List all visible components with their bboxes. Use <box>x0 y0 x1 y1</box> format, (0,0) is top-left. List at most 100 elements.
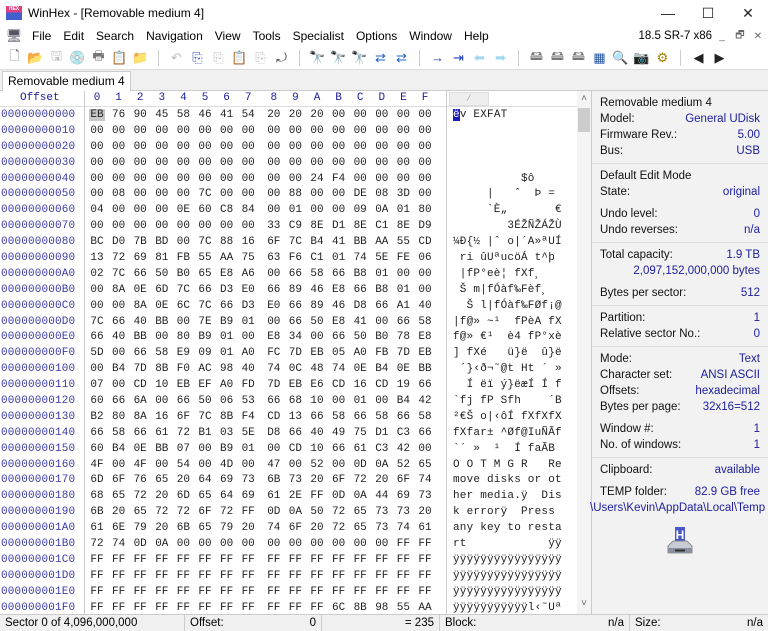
hex-byte[interactable]: 40 <box>417 300 433 312</box>
hex-byte[interactable]: 40 <box>132 316 148 328</box>
hex-byte[interactable]: B4 <box>374 363 390 375</box>
hex-byte[interactable]: FF <box>417 570 433 582</box>
hex-byte[interactable]: 66 <box>111 395 127 407</box>
hex-byte[interactable]: 45 <box>154 109 170 121</box>
hex-byte[interactable]: 00 <box>331 109 347 121</box>
hex-byte[interactable]: 66 <box>219 300 235 312</box>
row-offset[interactable]: 000000001C0 <box>1 554 75 566</box>
menu-options[interactable]: Options <box>350 26 403 46</box>
hex-byte[interactable]: 00 <box>287 141 303 153</box>
row-offset[interactable]: 000000001F0 <box>1 602 75 614</box>
hex-byte[interactable]: 84 <box>240 204 256 216</box>
hex-byte[interactable]: 00 <box>219 173 235 185</box>
hex-byte[interactable]: 74 <box>111 538 127 550</box>
row-offset[interactable]: 00000000090 <box>1 252 75 264</box>
row-text[interactable]: ÿÿÿÿÿÿÿÿÿÿÿÿÿÿÿÿ <box>453 570 562 582</box>
hex-byte[interactable]: 66 <box>197 284 213 296</box>
hex-byte[interactable]: 00 <box>111 125 127 137</box>
hex-byte[interactable]: CD <box>331 379 347 391</box>
hex-byte[interactable]: FF <box>374 570 390 582</box>
hex-byte[interactable]: 7C <box>197 188 213 200</box>
hex-byte[interactable]: 50 <box>309 506 325 518</box>
hex-byte[interactable]: FF <box>240 586 256 598</box>
hex-byte[interactable]: FF <box>154 554 170 566</box>
row-text[interactable]: move disks or ot <box>453 474 562 486</box>
hex-byte[interactable]: 10 <box>309 443 325 455</box>
hex-byte[interactable]: 6F <box>331 474 347 486</box>
hex-byte[interactable]: B9 <box>219 443 235 455</box>
hex-byte[interactable]: 6B <box>266 474 282 486</box>
hex-byte[interactable]: BB <box>154 316 170 328</box>
row-offset[interactable]: 00000000180 <box>1 490 75 502</box>
hex-byte[interactable]: 00 <box>175 316 191 328</box>
hex-byte[interactable]: 20 <box>240 522 256 534</box>
hex-byte[interactable]: 47 <box>266 459 282 471</box>
hex-byte[interactable]: FF <box>111 554 127 566</box>
hex-byte[interactable]: FF <box>309 586 325 598</box>
hex-byte[interactable]: FF <box>89 586 105 598</box>
hex-byte[interactable]: 66 <box>352 284 368 296</box>
hex-byte[interactable]: D1 <box>331 220 347 232</box>
hex-byte[interactable]: 73 <box>374 506 390 518</box>
hex-byte[interactable]: 16 <box>352 379 368 391</box>
hex-byte[interactable]: 7C <box>175 284 191 296</box>
hex-byte[interactable]: 74 <box>266 522 282 534</box>
hex-byte[interactable]: 00 <box>197 173 213 185</box>
hex-byte[interactable]: 00 <box>309 538 325 550</box>
hex-byte[interactable]: 41 <box>219 109 235 121</box>
hex-byte[interactable]: EB <box>309 347 325 359</box>
hex-byte[interactable]: 66 <box>89 331 105 343</box>
hex-byte[interactable]: B4 <box>309 236 325 248</box>
hex-byte[interactable]: 01 <box>374 268 390 280</box>
open-file-icon[interactable]: 📂 <box>25 48 46 68</box>
disk-clone-icon[interactable]: 🖴 <box>547 48 568 68</box>
hex-byte[interactable]: 33 <box>266 220 282 232</box>
hex-byte[interactable]: 7C <box>111 268 127 280</box>
hex-byte[interactable]: 00 <box>240 188 256 200</box>
hex-byte[interactable]: 00 <box>417 268 433 280</box>
hex-byte[interactable]: 00 <box>89 284 105 296</box>
row-text[interactable]: ²€Š o|‹ôÍ fXfXfX <box>453 411 562 423</box>
goto-offset-icon[interactable]: → <box>427 48 448 68</box>
hex-byte[interactable]: 66 <box>89 427 105 439</box>
hex-byte[interactable]: 6F <box>287 522 303 534</box>
hex-byte[interactable]: E8 <box>331 316 347 328</box>
hex-byte[interactable]: 8B <box>352 602 368 614</box>
hex-byte[interactable]: 20 <box>309 109 325 121</box>
new-file-icon[interactable]: 🗋 <box>4 48 25 68</box>
hex-byte[interactable]: FF <box>89 602 105 614</box>
hex-byte[interactable]: 0E <box>395 363 411 375</box>
row-offset[interactable]: 00000000140 <box>1 427 75 439</box>
row-text[interactable]: ri ûUªucöÁ t^þ <box>453 252 562 264</box>
row-offset[interactable]: 000000000D0 <box>1 316 75 328</box>
hex-byte[interactable]: 00 <box>395 173 411 185</box>
hex-byte[interactable]: E9 <box>175 347 191 359</box>
hex-byte[interactable]: 74 <box>395 522 411 534</box>
hex-byte[interactable]: 68 <box>287 395 303 407</box>
hex-byte[interactable]: 00 <box>175 157 191 169</box>
hex-byte[interactable]: E0 <box>240 284 256 296</box>
hex-byte[interactable]: E6 <box>309 379 325 391</box>
row-text[interactable]: rt ÿÿ <box>453 538 562 550</box>
hex-byte[interactable]: 65 <box>197 522 213 534</box>
hex-byte[interactable]: 19 <box>395 379 411 391</box>
hex-byte[interactable]: E8 <box>219 268 235 280</box>
hex-byte[interactable]: 4F <box>132 459 148 471</box>
hex-byte[interactable]: FF <box>309 570 325 582</box>
menu-search[interactable]: Search <box>90 26 140 46</box>
hex-byte[interactable]: FF <box>352 554 368 566</box>
hex-byte[interactable]: 00 <box>175 173 191 185</box>
hex-byte[interactable]: 58 <box>331 411 347 423</box>
hex-byte[interactable]: 00 <box>89 300 105 312</box>
hex-byte[interactable]: 00 <box>132 188 148 200</box>
hex-byte[interactable]: 72 <box>111 252 127 264</box>
hex-byte[interactable]: 58 <box>309 268 325 280</box>
hex-byte[interactable]: 00 <box>266 268 282 280</box>
hex-byte[interactable]: 00 <box>111 347 127 359</box>
hex-byte[interactable]: 00 <box>132 157 148 169</box>
hex-byte[interactable]: FF <box>111 570 127 582</box>
hex-byte[interactable]: FF <box>331 554 347 566</box>
hex-byte[interactable]: 00 <box>111 204 127 216</box>
hex-byte[interactable]: 00 <box>154 125 170 137</box>
hex-byte[interactable]: 6C <box>175 300 191 312</box>
